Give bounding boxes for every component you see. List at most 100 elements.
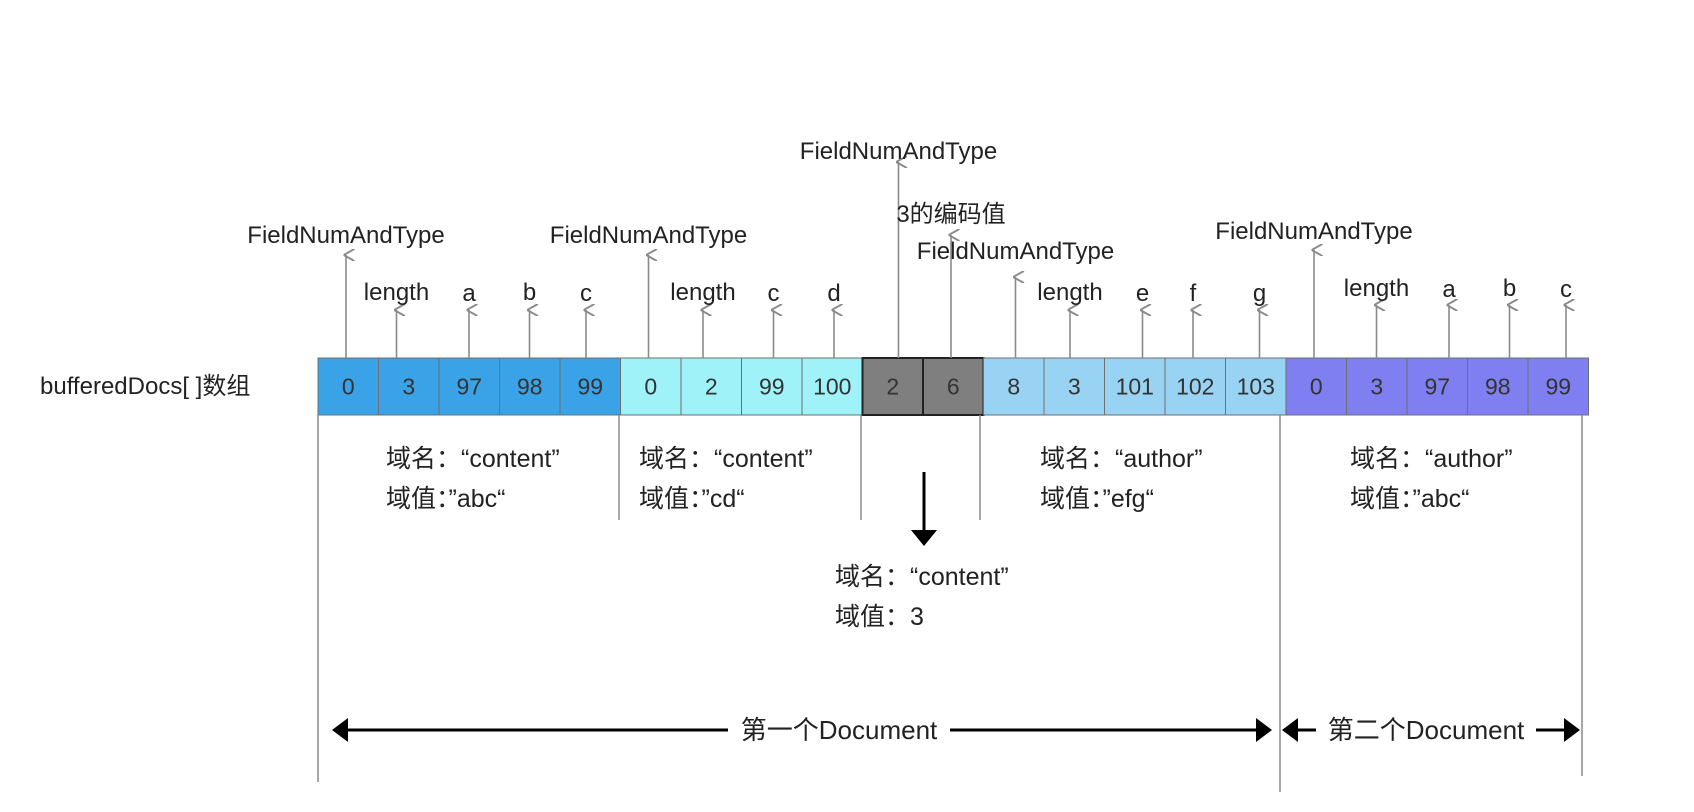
pointer: c [768,280,780,358]
cell-value: 98 [517,374,543,400]
pointer: b [523,279,536,358]
field-value: 域值：”abc“ [1350,485,1469,513]
doc1-arrow-head-right [1256,718,1272,742]
pointer: length [1037,279,1103,358]
pointer-label: length [670,279,735,306]
field-value: 域值：”efg“ [1040,485,1154,513]
pointer-label: c [580,280,592,307]
pointer-label: a [1442,276,1456,303]
pointer: e [1136,280,1149,358]
field-name: 域名：“author” [1350,445,1513,473]
array-cell: 102 [1164,357,1226,416]
pointer-label: FieldNumAndType [247,222,444,249]
cell-value: 3 [1370,374,1383,400]
pointer: a [462,280,476,358]
array-cell: 3 [378,357,440,416]
cell-value: 0 [1310,374,1323,400]
pointer: length [1344,275,1409,358]
pointer-label: f [1190,280,1197,307]
array-cell: 2 [861,357,924,416]
pointer-label: e [1136,280,1149,307]
pointer: g [1253,280,1266,358]
cell-value: 102 [1176,374,1214,400]
pointer-label: b [523,279,536,306]
cell-value: 2 [705,374,718,400]
pointer-label: FieldNumAndType [800,138,997,165]
cell-value: 99 [759,374,785,400]
pointer: c [580,280,592,358]
pointer-label: 3的编码值 [896,201,1005,228]
pointer: a [1442,276,1456,358]
pointer-label: length [1344,275,1409,302]
field-annotation: 域名：“author” 域值：”abc“ [1350,445,1513,513]
cell-value: 99 [1545,374,1571,400]
pointer-label: FieldNumAndType [550,222,747,249]
document-1-span: 第一个Document [332,715,1272,745]
pointer-label: b [1503,275,1516,302]
array-cell: 6 [922,357,985,416]
field-annotation: 域名：“content” 域值：”abc“ [386,445,560,513]
field-annotation: 域名：“author” 域值：”efg“ [1040,445,1203,513]
array-label: bufferedDocs[ ]数组 [40,373,250,400]
array-cell: 101 [1104,357,1166,416]
pointer-label: FieldNumAndType [917,238,1114,265]
cell-value: 2 [886,374,899,400]
pointer-label: length [364,279,429,306]
cell-value: 8 [1007,374,1020,400]
field-name: 域名：“content” [835,563,1009,591]
field-value: 域值：”abc“ [386,485,505,513]
pointer: c [1560,276,1572,358]
array-cell: 97 [1406,357,1468,416]
field-name: 域名：“content” [639,445,813,473]
pointer: length [364,279,429,358]
cell-value: 3 [1068,374,1081,400]
pointer-label: c [768,280,780,307]
document-label: 第一个Document [741,715,938,745]
field-annotation: 域名：“content” 域值：”cd“ [639,445,813,513]
array-cell: 99 [559,357,621,416]
array-cell: 2 [680,357,742,416]
array-cell: 100 [801,357,863,416]
cell-value: 103 [1237,374,1275,400]
buffered-docs-diagram: bufferedDocs[ ]数组 0 3 97 98 99 0 2 99 100 2 6 8 3 101… [40,138,1589,792]
cell-value: 0 [644,374,657,400]
pointer-label: g [1253,280,1266,307]
field-name: 域名：“author” [1040,445,1203,473]
array-cell: 3 [1346,357,1408,416]
cell-value: 100 [813,374,851,400]
cell-value: 0 [342,374,355,400]
pointer: length [670,279,736,358]
pointer-label: d [827,280,840,307]
cell-value: 99 [577,374,603,400]
field-value: 域值：3 [835,603,924,631]
pointer-label: a [462,280,476,307]
cell-value: 97 [456,374,482,400]
cell-value: 97 [1424,374,1450,400]
array-cell: 0 [620,357,682,416]
array-cell: 99 [741,357,803,416]
document-2-span: 第二个Document [1282,715,1580,745]
array-cell: 97 [438,357,500,416]
array-cells: 0 3 97 98 99 0 2 99 100 2 6 8 3 101 102 103 0 3 97 98 99 [317,357,1589,416]
pointer-label: FieldNumAndType [1215,218,1412,245]
pointer-label: c [1560,276,1572,303]
array-cell: 0 [317,357,379,416]
array-cell: 8 [983,357,1045,416]
doc2-arrow-head-right [1564,718,1580,742]
document-label: 第二个Document [1328,715,1525,745]
cell-value: 98 [1485,374,1511,400]
array-cell: 0 [1285,357,1347,416]
pointer-label: length [1037,279,1102,306]
doc1-arrow-head-left [332,718,348,742]
pointer: f [1190,280,1197,358]
cell-value: 101 [1116,374,1154,400]
doc2-arrow-head-left [1282,718,1298,742]
cell-value: 6 [947,374,960,400]
pointer: 3的编码值 [896,201,1006,358]
field-value: 域值：”cd“ [639,485,745,513]
pointer: b [1503,275,1516,358]
pointer-arrows: FieldNumAndType length a b c FieldNumAndType l… [247,138,1572,358]
down-arrow-head [911,530,937,546]
cell-value: 3 [402,374,415,400]
array-cell: 98 [1467,357,1529,416]
